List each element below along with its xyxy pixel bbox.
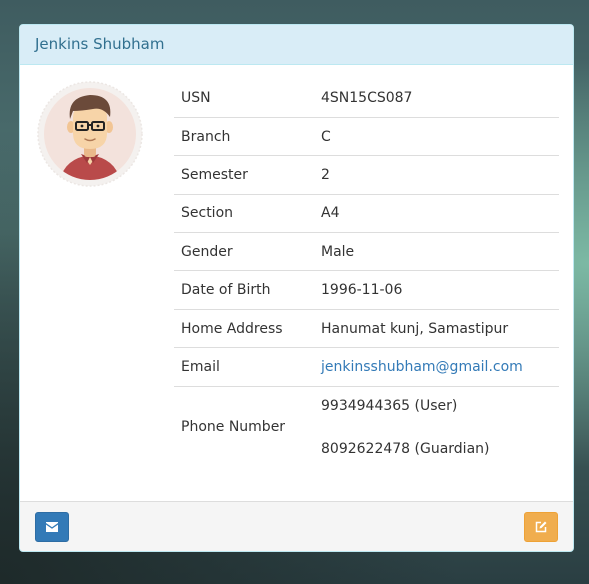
usn-label: USN bbox=[174, 79, 314, 118]
phone-user: 9934944365 (User) bbox=[321, 397, 458, 414]
email-cell: jenkinsshubham@gmail.com bbox=[314, 347, 559, 387]
profile-name: Jenkins Shubham bbox=[35, 35, 165, 53]
address-label: Home Address bbox=[174, 309, 314, 349]
email-label: Email bbox=[174, 347, 314, 387]
email-link[interactable]: jenkinsshubham@gmail.com bbox=[321, 359, 523, 375]
phone-guardian: 8092622478 (Guardian) bbox=[321, 440, 490, 457]
table-row: Gender Male bbox=[174, 232, 559, 272]
phone-cell: 9934944365 (User) 8092622478 (Guardian) bbox=[314, 386, 559, 458]
profile-panel: Jenkins Shubham USN 4SN15CS087 Branch C … bbox=[19, 24, 574, 552]
semester-label: Semester bbox=[174, 155, 314, 195]
branch-value: C bbox=[314, 117, 559, 157]
table-row: Branch C bbox=[174, 117, 559, 157]
panel-footer bbox=[20, 501, 573, 551]
table-row: Section A4 bbox=[174, 194, 559, 234]
section-value: A4 bbox=[314, 194, 559, 234]
panel-body: USN 4SN15CS087 Branch C Semester 2 Secti… bbox=[20, 65, 573, 502]
edit-icon bbox=[535, 521, 547, 533]
dob-value: 1996-11-06 bbox=[314, 270, 559, 310]
section-label: Section bbox=[174, 194, 314, 234]
table-row: Phone Number 9934944365 (User) 809262247… bbox=[174, 386, 559, 458]
phone-label: Phone Number bbox=[181, 419, 286, 436]
table-row: Semester 2 bbox=[174, 155, 559, 195]
semester-value: 2 bbox=[314, 155, 559, 195]
table-row: Home Address Hanumat kunj, Samastipur bbox=[174, 309, 559, 349]
gender-label: Gender bbox=[174, 232, 314, 272]
table-row: USN 4SN15CS087 bbox=[174, 79, 559, 118]
edit-profile-button[interactable] bbox=[524, 512, 558, 542]
user-avatar-icon bbox=[37, 81, 143, 187]
panel-heading: Jenkins Shubham bbox=[20, 25, 573, 65]
table-row: Email jenkinsshubham@gmail.com bbox=[174, 347, 559, 387]
send-message-button[interactable] bbox=[35, 512, 69, 542]
address-value: Hanumat kunj, Samastipur bbox=[314, 309, 559, 349]
usn-value: 4SN15CS087 bbox=[314, 79, 559, 118]
dob-label: Date of Birth bbox=[174, 270, 314, 310]
envelope-icon bbox=[46, 522, 58, 532]
profile-details-table: USN 4SN15CS087 Branch C Semester 2 Secti… bbox=[174, 79, 559, 458]
branch-label: Branch bbox=[174, 117, 314, 157]
table-row: Date of Birth 1996-11-06 bbox=[174, 270, 559, 310]
gender-value: Male bbox=[314, 232, 559, 272]
